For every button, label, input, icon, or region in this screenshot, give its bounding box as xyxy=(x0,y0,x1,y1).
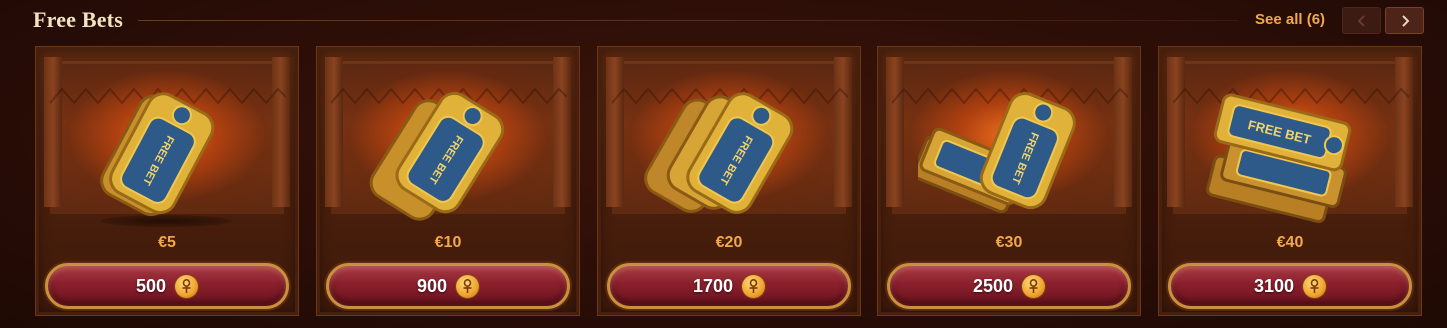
free-bet-card: FREE BET €10 900 xyxy=(316,46,580,316)
buy-free-bet-button[interactable]: 3100 xyxy=(1168,263,1412,309)
ankh-coin-icon xyxy=(1022,274,1046,298)
free-bet-card: FREE BET €20 1700 xyxy=(597,46,861,316)
ankh-coin-icon xyxy=(456,274,480,298)
free-bet-value: €30 xyxy=(995,234,1023,251)
cost-label: 3100 xyxy=(1253,275,1295,296)
pillar-left xyxy=(1167,57,1185,207)
pillar-left xyxy=(44,57,62,207)
buy-free-bet-button[interactable]: 900 xyxy=(326,263,570,309)
free-bet-value: €10 xyxy=(434,234,462,251)
cost-label: 2500 xyxy=(972,275,1014,296)
free-bet-ticket-icon: FREE BET xyxy=(1206,93,1352,224)
pillar-right xyxy=(1395,57,1413,207)
pillar-right xyxy=(834,57,852,207)
cost-label: 900 xyxy=(416,275,448,296)
buy-free-bet-button[interactable]: 1700 xyxy=(607,263,851,309)
see-all-link[interactable]: See all (6) xyxy=(1255,11,1325,28)
free-bet-value: €20 xyxy=(715,234,743,251)
ankh-coin-icon xyxy=(175,274,199,298)
free-bet-card: FREE BET €40 3100 xyxy=(1158,46,1422,316)
pillar-left xyxy=(325,57,343,207)
free-bet-ticket-icon: FREE BET xyxy=(369,91,505,221)
section-header: Free Bets See all (6) xyxy=(0,0,1447,42)
cost-label: 1700 xyxy=(692,275,734,296)
buy-free-bet-button[interactable]: 2500 xyxy=(887,263,1131,309)
section-title: Free Bets xyxy=(33,7,123,32)
ankh-coin-icon xyxy=(1303,274,1327,298)
pillar-left xyxy=(886,57,904,207)
chevron-right-icon xyxy=(1401,14,1409,27)
free-bet-card: FREE BET €30 2500 xyxy=(877,46,1141,316)
pillar-right xyxy=(1114,57,1132,207)
cost-label: 500 xyxy=(135,275,167,296)
free-bet-ticket-icon: FREE BET xyxy=(918,92,1076,214)
free-bet-value: €40 xyxy=(1276,234,1304,251)
title-divider xyxy=(138,20,1238,21)
chevron-left-icon xyxy=(1357,14,1365,27)
pillar-right xyxy=(272,57,290,207)
free-bet-ticket-icon: FREE BET xyxy=(644,92,794,214)
free-bet-card: FREE BET €5 500 xyxy=(35,46,299,316)
pillar-right xyxy=(553,57,571,207)
ankh-coin-icon xyxy=(742,274,766,298)
next-button[interactable] xyxy=(1385,7,1424,34)
free-bet-value: €5 xyxy=(158,234,176,251)
prev-button[interactable] xyxy=(1342,7,1381,34)
pillar-left xyxy=(606,57,624,207)
free-bet-ticket-icon: FREE BET xyxy=(100,92,215,217)
buy-free-bet-button[interactable]: 500 xyxy=(45,263,289,309)
